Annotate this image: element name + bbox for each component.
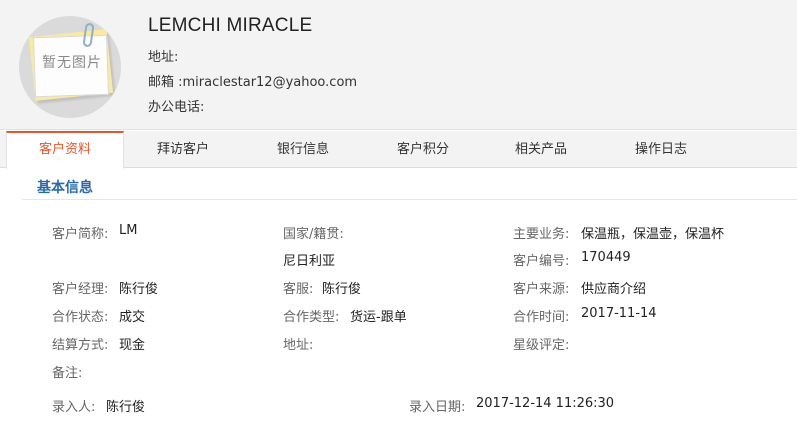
header-email: 邮箱 :miraclestar12@yahoo.com: [148, 71, 357, 90]
source-value: 供应商介绍: [581, 282, 647, 297]
coop-time-label: 合作时间:: [513, 310, 570, 325]
coop-time-value: 2017-11-14: [581, 306, 657, 321]
tab-visit-customer[interactable]: 拜访客户: [124, 131, 242, 168]
header-phone-label: 办公电话:: [148, 100, 205, 115]
header-email-label: 邮箱 :: [148, 75, 183, 90]
country-label: 国家/籍贯:: [283, 227, 344, 242]
entered-by-label: 录入人:: [52, 400, 96, 415]
entry-date-value: 2017-12-14 11:26:30: [476, 396, 615, 411]
coop-type-label: 合作类型:: [283, 310, 340, 325]
short-name-label: 客户简称:: [52, 227, 109, 242]
tab-bank-info[interactable]: 银行信息: [244, 131, 362, 168]
section-divider: [22, 199, 797, 200]
remark-label: 备注:: [52, 366, 83, 381]
manager-value: 陈行俊: [119, 282, 159, 297]
section-title: 基本信息: [37, 180, 93, 196]
manager-label: 客户经理:: [52, 282, 109, 297]
header-address: 地址:: [148, 46, 178, 65]
service-value: 陈行俊: [322, 282, 362, 297]
header-email-value: miraclestar12@yahoo.com: [182, 75, 358, 90]
settlement-value: 现金: [119, 338, 146, 353]
avatar: 暂无图片: [19, 16, 121, 118]
tab-customer-points[interactable]: 客户积分: [364, 131, 482, 168]
coop-type-value: 货运-跟单: [350, 310, 407, 325]
service-label: 客服:: [283, 282, 314, 297]
entered-by-value: 陈行俊: [106, 400, 146, 415]
settlement-label: 结算方式:: [52, 338, 109, 353]
rating-label: 星级评定:: [513, 338, 570, 353]
main-business-label: 主要业务:: [513, 227, 570, 242]
customer-no-label: 客户编号:: [513, 254, 570, 269]
header-phone: 办公电话:: [148, 96, 204, 115]
company-name: LEMCHI MIRACLE: [148, 15, 313, 36]
no-image-text: 暂无图片: [42, 55, 102, 71]
short-name-value: LM: [119, 223, 138, 238]
tab-bar: 客户资料 拜访客户 银行信息 客户积分 相关产品 操作日志: [0, 131, 797, 169]
entry-date-label: 录入日期:: [409, 400, 466, 415]
customer-no-value: 170449: [581, 250, 631, 265]
tab-related-products[interactable]: 相关产品: [482, 131, 600, 168]
header-address-label: 地址:: [148, 50, 179, 65]
coop-status-label: 合作状态:: [52, 310, 109, 325]
main-business-value: 保温瓶，保温壶，保温杯: [581, 227, 725, 242]
profile-header: 暂无图片 LEMCHI MIRACLE 地址: 邮箱 :miraclestar1…: [0, 0, 797, 130]
address-label: 地址:: [283, 338, 314, 353]
tab-operation-log[interactable]: 操作日志: [602, 131, 720, 168]
coop-status-value: 成交: [119, 310, 146, 325]
country-value: 尼日利亚: [283, 254, 336, 269]
source-label: 客户来源:: [513, 282, 570, 297]
tab-customer-info[interactable]: 客户资料: [6, 131, 124, 169]
